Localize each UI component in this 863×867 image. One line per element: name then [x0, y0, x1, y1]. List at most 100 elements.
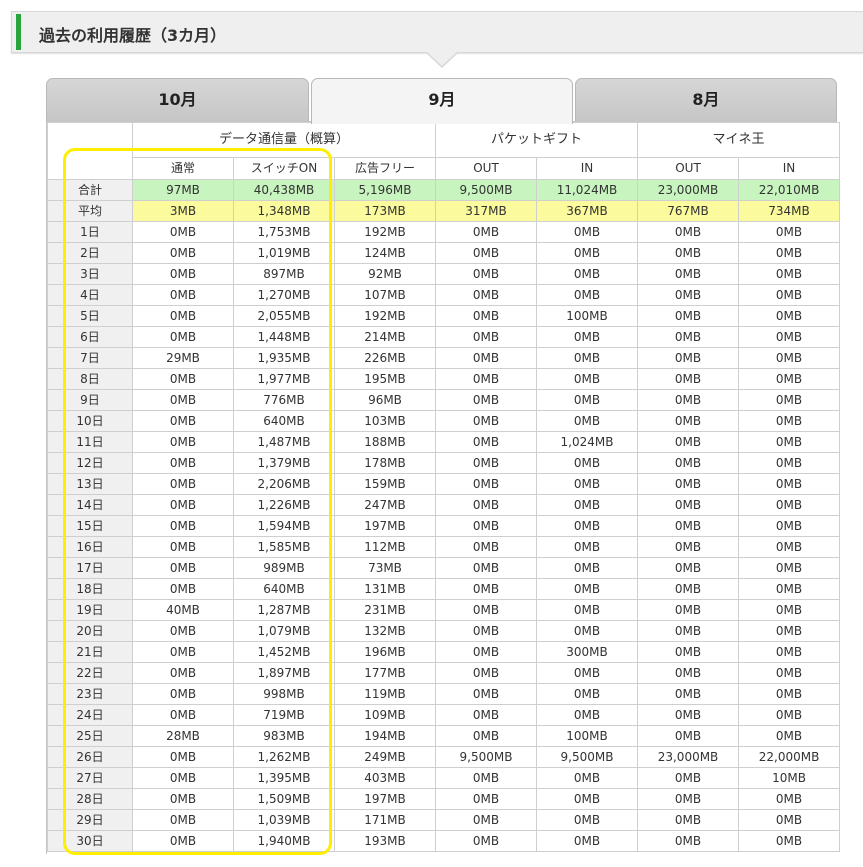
value-cell: 0MB: [132, 242, 234, 264]
value-cell: 0MB: [637, 557, 740, 579]
value-cell: 0MB: [738, 578, 841, 600]
day-row: 1日 0MB 1,753MB 192MB 0MB 0MB 0MB 0MB: [47, 221, 841, 243]
day-row: 26日 0MB 1,262MB 249MB 9,500MB 9,500MB 23,000MB…: [47, 746, 841, 768]
value-cell: 0MB: [132, 662, 234, 684]
value-cell: 1,262MB: [233, 746, 335, 768]
day-row: 17日 0MB 989MB 73MB 0MB 0MB 0MB 0MB: [47, 557, 841, 579]
day-row: 7日 29MB 1,935MB 226MB 0MB 0MB 0MB 0MB: [47, 347, 841, 369]
tab-august[interactable]: 8月: [575, 78, 837, 122]
value-cell: 192MB: [334, 221, 436, 243]
value-cell: 0MB: [738, 704, 841, 726]
value-cell: 22,010MB: [738, 179, 841, 201]
value-cell: 11,024MB: [535, 179, 639, 201]
value-cell: 0MB: [535, 221, 639, 243]
value-cell: 73MB: [334, 557, 436, 579]
value-cell: 0MB: [738, 305, 841, 327]
value-cell: 0MB: [132, 746, 234, 768]
day-row: 10日 0MB 640MB 103MB 0MB 0MB 0MB 0MB: [47, 410, 841, 432]
value-cell: 0MB: [738, 431, 841, 453]
day-row: 30日 0MB 1,940MB 193MB 0MB 0MB 0MB 0MB: [47, 830, 841, 852]
value-cell: 103MB: [334, 410, 436, 432]
value-cell: 131MB: [334, 578, 436, 600]
value-cell: 0MB: [637, 494, 740, 516]
value-cell: 0MB: [535, 389, 639, 411]
day-row: 19日 40MB 1,287MB 231MB 0MB 0MB 0MB 0MB: [47, 599, 841, 621]
row-label: 2日: [47, 242, 133, 264]
value-cell: 0MB: [132, 452, 234, 474]
value-cell: 0MB: [637, 788, 740, 810]
value-cell: 0MB: [535, 263, 639, 285]
value-cell: 0MB: [738, 536, 841, 558]
value-cell: 0MB: [435, 620, 537, 642]
value-cell: 1,448MB: [233, 326, 335, 348]
value-cell: 0MB: [637, 452, 740, 474]
value-cell: 188MB: [334, 431, 436, 453]
value-cell: 0MB: [535, 536, 639, 558]
day-row: 3日 0MB 897MB 92MB 0MB 0MB 0MB 0MB: [47, 263, 841, 285]
value-cell: 0MB: [435, 599, 537, 621]
value-cell: 0MB: [435, 578, 537, 600]
day-row: 2日 0MB 1,019MB 124MB 0MB 0MB 0MB 0MB: [47, 242, 841, 264]
value-cell: 177MB: [334, 662, 436, 684]
value-cell: 0MB: [435, 431, 537, 453]
value-cell: 2,055MB: [233, 305, 335, 327]
subheader-packet-in: IN: [535, 157, 639, 180]
value-cell: 0MB: [637, 536, 740, 558]
tab-september[interactable]: 9月: [311, 78, 573, 124]
row-label: 23日: [47, 683, 133, 705]
value-cell: 0MB: [637, 263, 740, 285]
value-cell: 0MB: [435, 305, 537, 327]
value-cell: 0MB: [637, 578, 740, 600]
value-cell: 367MB: [535, 200, 639, 222]
value-cell: 0MB: [535, 494, 639, 516]
value-cell: 247MB: [334, 494, 436, 516]
row-label: 10日: [47, 410, 133, 432]
value-cell: 0MB: [435, 725, 537, 747]
value-cell: 0MB: [132, 515, 234, 537]
value-cell: 0MB: [435, 515, 537, 537]
value-cell: 1,753MB: [233, 221, 335, 243]
value-cell: 0MB: [132, 830, 234, 852]
value-cell: 1,585MB: [233, 536, 335, 558]
row-label: 28日: [47, 788, 133, 810]
value-cell: 0MB: [637, 683, 740, 705]
value-cell: 776MB: [233, 389, 335, 411]
value-cell: 1,935MB: [233, 347, 335, 369]
row-label: 13日: [47, 473, 133, 495]
value-cell: 197MB: [334, 515, 436, 537]
title-accent-bar: [16, 14, 21, 50]
value-cell: 1,019MB: [233, 242, 335, 264]
value-cell: 0MB: [637, 515, 740, 537]
value-cell: 195MB: [334, 368, 436, 390]
row-label: 5日: [47, 305, 133, 327]
value-cell: 300MB: [535, 641, 639, 663]
value-cell: 0MB: [637, 305, 740, 327]
row-label: 7日: [47, 347, 133, 369]
value-cell: 0MB: [637, 641, 740, 663]
value-cell: 767MB: [637, 200, 740, 222]
value-cell: 0MB: [535, 557, 639, 579]
value-cell: 0MB: [738, 494, 841, 516]
value-cell: 249MB: [334, 746, 436, 768]
value-cell: 0MB: [435, 536, 537, 558]
value-cell: 0MB: [738, 683, 841, 705]
value-cell: 0MB: [738, 515, 841, 537]
value-cell: 28MB: [132, 725, 234, 747]
value-cell: 0MB: [535, 347, 639, 369]
value-cell: 1,226MB: [233, 494, 335, 516]
row-label: 6日: [47, 326, 133, 348]
value-cell: 0MB: [738, 347, 841, 369]
subheader-switch-on: スイッチON: [233, 157, 335, 180]
value-cell: 983MB: [233, 725, 335, 747]
tab-october[interactable]: 10月: [46, 78, 309, 122]
value-cell: 0MB: [132, 326, 234, 348]
value-cell: 0MB: [738, 242, 841, 264]
value-cell: 0MB: [132, 683, 234, 705]
value-cell: 173MB: [334, 200, 436, 222]
value-cell: 0MB: [435, 284, 537, 306]
value-cell: 0MB: [435, 347, 537, 369]
row-label: 9日: [47, 389, 133, 411]
value-cell: 100MB: [535, 725, 639, 747]
row-label: 4日: [47, 284, 133, 306]
value-cell: 1,897MB: [233, 662, 335, 684]
